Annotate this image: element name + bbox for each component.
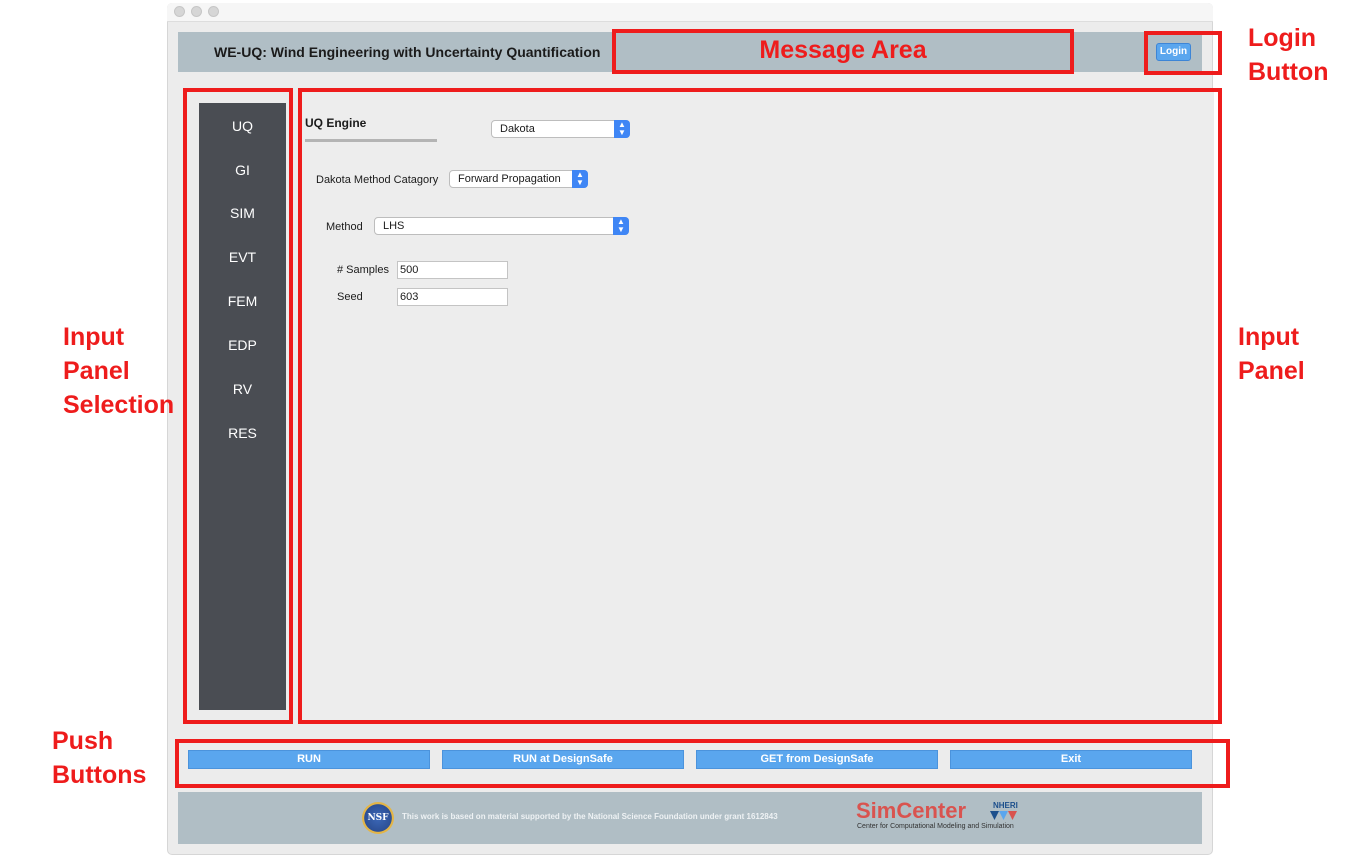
simcenter-subtitle: Center for Computational Modeling and Si… [857, 823, 1014, 830]
message-area-annotation: Message Area [759, 36, 927, 64]
input-selection-annotation-line1: Input [63, 323, 125, 351]
input-panel-box [298, 88, 1222, 724]
input-panel-selection-box [183, 88, 293, 724]
input-selection-annotation-line2: Panel [63, 357, 130, 385]
login-annotation-line1: Login [1248, 24, 1317, 52]
input-panel-annotation-line1: Input [1238, 323, 1300, 351]
simcenter-logo: SimCenter [856, 798, 967, 823]
push-buttons-annotation-line2: Buttons [52, 761, 147, 789]
push-buttons-box [175, 739, 1230, 788]
zoom-window-button[interactable] [208, 6, 219, 17]
grant-text: This work is based on material supported… [402, 812, 778, 821]
nheri-triangles-icon [990, 811, 1017, 820]
input-selection-annotation-line3: Selection [63, 391, 175, 419]
push-buttons-annotation-line1: Push [52, 727, 114, 755]
login-button-box [1144, 31, 1222, 75]
nsf-logo: NSF [362, 802, 394, 834]
app-title: WE-UQ: Wind Engineering with Uncertainty… [214, 44, 601, 60]
close-window-button[interactable] [174, 6, 185, 17]
login-annotation-line2: Button [1248, 58, 1329, 86]
input-panel-annotation-line2: Panel [1238, 357, 1305, 385]
minimize-window-button[interactable] [191, 6, 202, 17]
window-titlebar [167, 3, 1213, 22]
nheri-logo-text: NHERI [993, 801, 1018, 810]
